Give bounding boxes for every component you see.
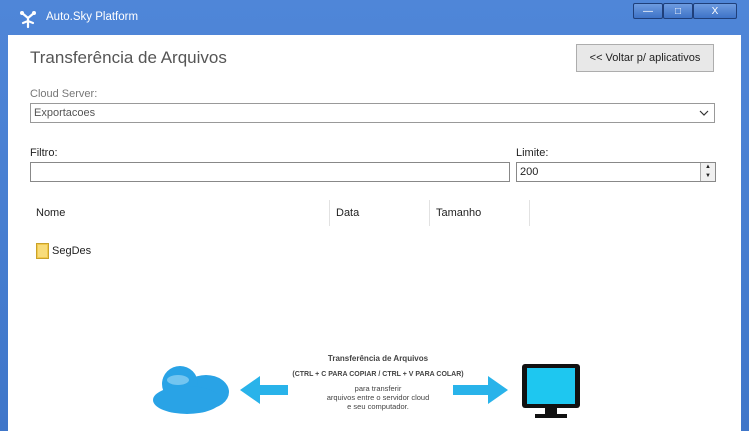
cloud-icon [153,366,229,414]
filter-label: Filtro: [30,147,58,159]
limit-label: Limite: [516,147,549,159]
column-header-data[interactable]: Data [330,200,430,226]
limit-stepper[interactable]: 200 ▲ ▼ [516,162,716,182]
limit-value: 200 [520,166,539,178]
page-title: Transferência de Arquivos [30,48,227,67]
banner-description-line: e seu computador. [347,402,409,411]
cloud-server-value: Exportacoes [34,107,96,119]
app-window: Auto.Sky Platform — □ X Transferência de… [0,0,749,431]
banner-description-line: para transferir [354,384,402,393]
cloud-server-label: Cloud Server: [30,88,98,100]
client-area: Transferência de Arquivos << Voltar p/ a… [8,35,741,431]
column-header-nome[interactable]: Nome [30,200,330,226]
filter-input[interactable] [30,162,510,182]
app-logo-icon [20,11,36,29]
banner-shortcuts: (CTRL + C PARA COPIAR / CTRL + V PARA CO… [292,371,464,378]
banner-description-line: arquivos entre o servidor cloud [326,393,430,402]
cloud-server-select[interactable]: Exportacoes [30,103,715,123]
maximize-button[interactable]: □ [663,3,693,19]
stepper-down-icon[interactable]: ▼ [700,172,715,181]
back-to-apps-button[interactable]: << Voltar p/ aplicativos [576,44,714,72]
transfer-banner: Transferência de Arquivos (CTRL + C PARA… [8,350,741,431]
column-header-tamanho[interactable]: Tamanho [430,200,530,226]
title-bar[interactable]: Auto.Sky Platform — □ X [0,0,749,35]
arrow-right-icon [453,376,508,404]
banner-title: Transferência de Arquivos [327,354,429,363]
arrow-left-icon [240,376,288,404]
window-title: Auto.Sky Platform [46,11,139,23]
minimize-button[interactable]: — [633,3,663,19]
list-item-name: SegDes [52,245,92,257]
monitor-icon [522,364,580,418]
close-button[interactable]: X [693,3,737,19]
banner-description: para transferir arquivos entre o servido… [298,384,458,411]
chevron-down-icon [699,110,709,116]
folder-icon [36,243,49,259]
